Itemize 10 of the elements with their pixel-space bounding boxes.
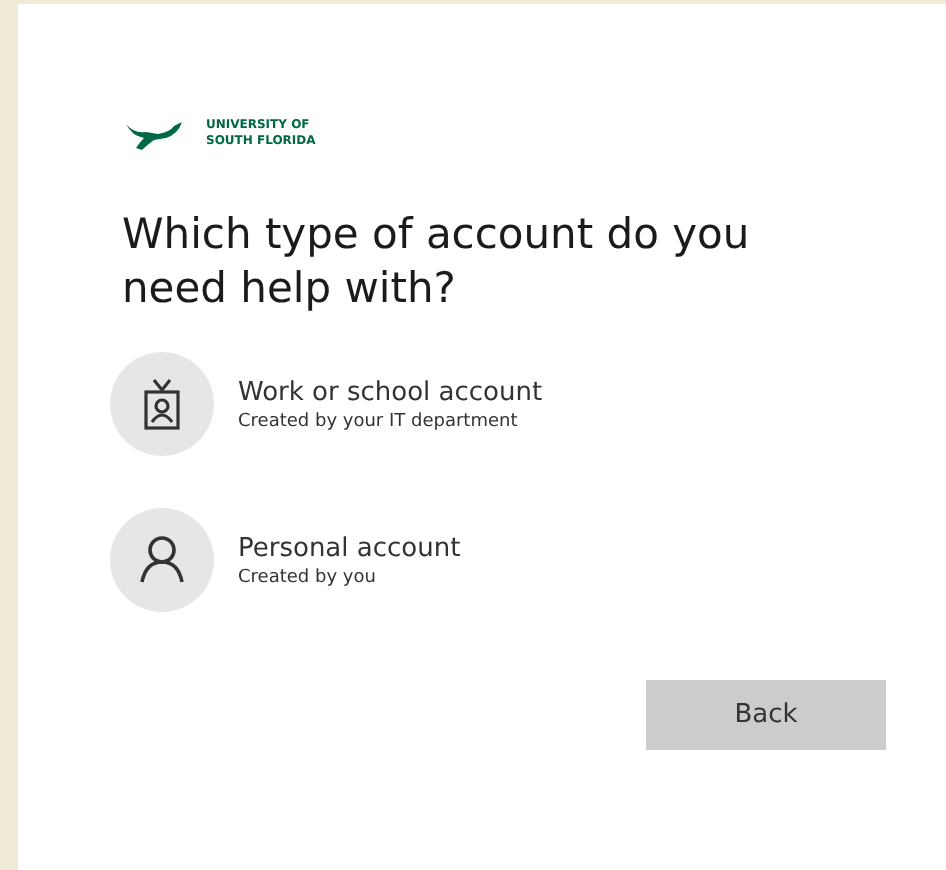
option-title: Work or school account <box>238 377 543 407</box>
back-button[interactable]: Back <box>646 680 886 750</box>
account-option[interactable]: Work or school account Created by your IT department <box>110 352 886 456</box>
option-subtitle: Created by your IT department <box>238 411 520 431</box>
heading: Which type of account do you need help with? <box>122 208 752 316</box>
person-icon <box>140 536 184 584</box>
option-title: Personal account <box>238 533 461 563</box>
id-badge-icon <box>144 378 180 430</box>
option-subtitle: Created by you <box>238 567 378 587</box>
account-option[interactable]: Personal account Created by you <box>110 508 886 612</box>
